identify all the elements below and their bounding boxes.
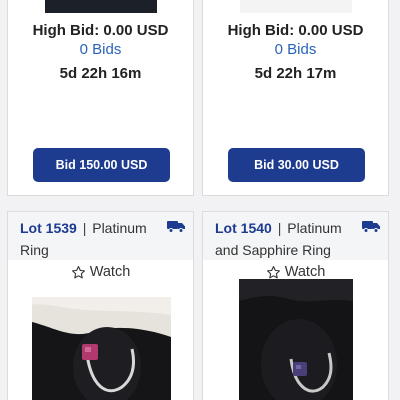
lot-card: Lot 1540 | Platinum and Sapphire Ring Wa… [202,211,389,400]
bid-button[interactable]: Bid 30.00 USD [228,148,365,182]
watch-button[interactable]: Watch [8,262,193,282]
watch-label: Watch [89,264,131,280]
lot-number[interactable]: Lot 1540 [215,220,272,236]
truck-icon [362,221,380,233]
lot-image[interactable] [44,0,157,13]
lot-photo[interactable] [32,297,171,400]
lot-title-text-continued[interactable]: and Sapphire Ring [215,242,331,258]
lot-image[interactable] [239,0,352,13]
time-left: 5d 22h 17m [254,65,337,82]
bid-count-link[interactable]: 0 Bids [8,41,193,58]
bid-count-link[interactable]: 0 Bids [203,41,388,58]
bid-button[interactable]: Bid 150.00 USD [33,148,170,182]
watch-label: Watch [284,264,326,280]
lot-title-text-continued[interactable]: Ring [20,242,49,258]
lot-card: High Bid: 0.00 USD 0 Bids 5d 22h 16m Bid… [7,0,194,196]
lot-title[interactable]: Lot 1540 | Platinum and Sapphire Ring [215,217,355,261]
star-icon [266,265,280,278]
high-bid-text: High Bid: 0.00 USD [32,22,169,39]
lot-number[interactable]: Lot 1539 [20,220,77,236]
lot-header: Lot 1540 | Platinum and Sapphire Ring [203,212,388,260]
title-separator: | [82,220,87,236]
lot-card: Lot 1539 | Platinum Ring Watch [7,211,194,400]
lot-title-text[interactable]: Platinum [287,220,341,236]
lot-title-text[interactable]: Platinum [92,220,146,236]
lot-photo[interactable] [239,279,353,400]
truck-icon [167,221,185,233]
high-bid-text: High Bid: 0.00 USD [227,22,364,39]
title-separator: | [277,220,282,236]
lot-title[interactable]: Lot 1539 | Platinum Ring [20,217,160,261]
lot-card: High Bid: 0.00 USD 0 Bids 5d 22h 17m Bid… [202,0,389,196]
ring-photo [239,279,353,400]
time-left: 5d 22h 16m [59,65,142,82]
lot-header: Lot 1539 | Platinum Ring [8,212,193,260]
ring-photo [32,297,171,400]
star-icon [71,265,85,278]
